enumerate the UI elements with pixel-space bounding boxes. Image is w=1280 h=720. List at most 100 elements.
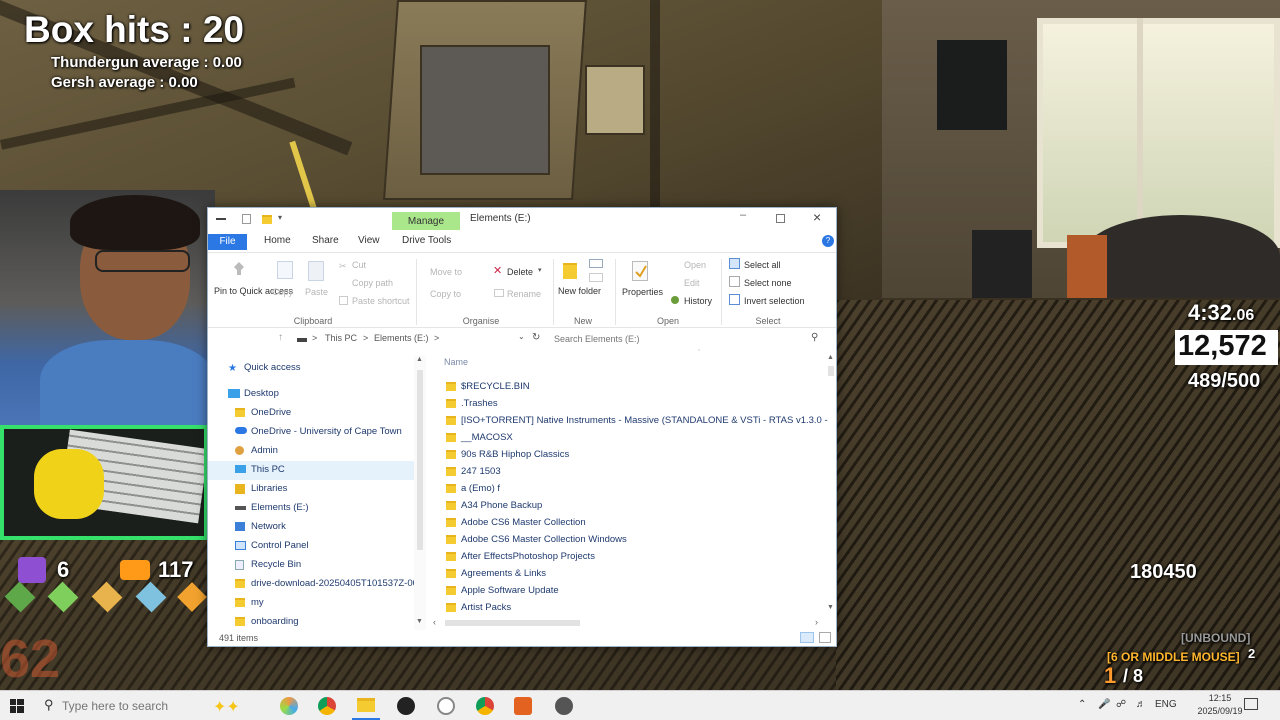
scrollbar-thumb[interactable] [417,370,423,550]
clock-date[interactable]: 2025/09/19 [1190,706,1250,716]
file-vertical-scrollbar[interactable]: ▲ ▼ [825,354,837,616]
language-indicator[interactable]: ENG [1155,699,1177,710]
app-icon[interactable] [555,697,573,715]
address-bar[interactable]: ↑ > This PC > Elements (E:) > ⌄ ↻ ⚲ [208,329,836,351]
select-none-button[interactable]: Select none [744,278,792,288]
breadcrumb-this-pc[interactable]: This PC [325,333,357,343]
taskbar-search-input[interactable] [62,696,202,716]
obs-or-app-icon[interactable] [514,697,532,715]
clock-time[interactable]: 12:15 [1190,693,1250,703]
cut-button[interactable]: Cut [352,260,366,270]
file-row[interactable]: Agreements & Links [436,565,828,582]
manage-tab[interactable]: Manage [392,212,460,230]
file-row[interactable]: $RECYCLE.BIN [436,378,828,395]
file-row[interactable]: A34 Phone Backup [436,497,828,514]
sidebar-item-elements-drive[interactable]: Elements (E:) [208,499,418,518]
sidebar-item-libraries[interactable]: Libraries [208,480,418,499]
file-row[interactable]: Apple Software Update [436,582,828,599]
file-row[interactable]: Adobe CS6 Master Collection [436,514,828,531]
file-row[interactable]: After EffectsPhotoshop Projects [436,548,828,565]
up-arrow-icon[interactable]: ↑ [278,332,283,343]
file-row[interactable]: __MACOSX [436,429,828,446]
paste-button[interactable]: Paste [305,287,328,297]
refresh-icon[interactable]: ↻ [532,332,540,343]
scroll-down-icon[interactable]: ▼ [827,604,834,611]
move-to-button[interactable]: Move to [430,267,462,277]
file-row[interactable]: [ISO+TORRENT] Native Instruments - Massi… [436,412,828,429]
chrome-profile-icon[interactable] [476,697,494,715]
breadcrumb-drive[interactable]: Elements (E:) [374,333,429,343]
copy-path-button[interactable]: Copy path [352,278,393,288]
invert-selection-button[interactable]: Invert selection [744,296,805,306]
select-all-button[interactable]: Select all [744,260,781,270]
tray-chevron-icon[interactable]: ⌃ [1078,699,1086,710]
file-row[interactable]: Artist Packs [436,599,828,616]
tab-share[interactable]: Share [312,235,339,246]
ribbon-tabs[interactable]: File Home Share View Drive Tools ? [208,234,836,250]
copy-button[interactable]: Copy [272,287,293,297]
search-icon[interactable]: ⚲ [811,332,818,343]
rename-button[interactable]: Rename [507,289,541,299]
delete-button[interactable]: Delete [507,267,533,277]
customize-toolbar-icon[interactable]: ▾ [278,213,282,222]
file-row[interactable]: Adobe CS6 Master Collection Windows [436,531,828,548]
address-dropdown-icon[interactable]: ⌄ [518,332,525,341]
new-folder-quick-icon[interactable] [262,215,272,224]
microphone-icon[interactable]: 🎤 [1098,699,1110,710]
close-button[interactable]: × [813,209,821,225]
search-input[interactable] [554,331,822,347]
tab-view[interactable]: View [358,235,380,246]
sidebar-item-network[interactable]: Network [208,518,418,537]
sidebar-item-onedrive[interactable]: OneDrive [208,404,418,423]
tab-home[interactable]: Home [264,235,291,246]
sidebar-item-onedrive-uct[interactable]: OneDrive - University of Cape Town [208,423,418,442]
file-list[interactable]: $RECYCLE.BIN .Trashes [ISO+TORRENT] Nati… [436,378,828,638]
help-icon[interactable]: ? [822,235,834,247]
steam-icon[interactable] [397,697,415,715]
tab-file[interactable]: File [208,234,247,250]
minimize-button[interactable]: – [740,209,746,221]
new-folder-button[interactable]: New folder [558,287,601,296]
new-item-icon[interactable] [589,259,603,268]
open-button[interactable]: Open [684,260,706,270]
scroll-up-icon[interactable]: ▲ [827,354,834,361]
sidebar-item-my[interactable]: my [208,594,418,613]
large-icons-view-icon[interactable] [819,632,831,643]
paste-shortcut-button[interactable]: Paste shortcut [352,296,410,306]
pin-to-quick-access-button[interactable]: Pin to Quick access [214,287,293,296]
file-explorer-taskbar-icon[interactable] [357,698,375,712]
scroll-right-icon[interactable]: › [815,617,818,627]
file-row[interactable]: 247 1503 [436,463,828,480]
windows-start-icon[interactable] [10,699,24,713]
sparkle-icon[interactable]: ✦✦ [213,697,240,717]
sidebar-item-drive-download[interactable]: drive-download-20250405T101537Z-00 [208,575,418,594]
sidebar-item-this-pc[interactable]: This PC [208,461,418,480]
scrollbar-thumb[interactable] [445,620,580,626]
scroll-up-icon[interactable]: ▲ [416,356,423,363]
sidebar-item-onboarding[interactable]: onboarding [208,613,418,630]
maximize-button[interactable] [776,214,785,223]
sidebar-item-quick-access[interactable]: ★ Quick access [208,359,418,378]
history-button[interactable]: History [684,296,712,306]
properties-quick-icon[interactable] [242,214,251,224]
copy-to-button[interactable]: Copy to [430,289,461,299]
tab-drive-tools[interactable]: Drive Tools [402,235,451,246]
delete-dropdown-icon[interactable]: ▾ [538,266,542,274]
sidebar-item-recycle-bin[interactable]: Recycle Bin [208,556,418,575]
photos-app-icon[interactable] [280,697,298,715]
edit-button[interactable]: Edit [684,278,700,288]
sidebar-item-control-panel[interactable]: Control Panel [208,537,418,556]
notification-icon[interactable] [1244,698,1258,710]
properties-button[interactable]: Properties [622,287,663,297]
easy-access-icon[interactable] [589,273,603,282]
file-row[interactable]: 90s R&B Hiphop Classics [436,446,828,463]
scroll-down-icon[interactable]: ▼ [416,618,423,625]
system-menu-icon[interactable] [216,218,226,220]
snipping-tool-icon[interactable] [437,697,455,715]
scrollbar-thumb[interactable] [828,366,834,376]
file-horizontal-scrollbar[interactable]: ‹ › [433,617,825,629]
network-tray-icon[interactable]: ☍ [1116,699,1126,710]
details-view-icon[interactable] [800,632,814,643]
sidebar-item-desktop[interactable]: Desktop [208,385,418,404]
title-bar[interactable]: ▾ Manage Elements (E:) – × [208,208,836,232]
